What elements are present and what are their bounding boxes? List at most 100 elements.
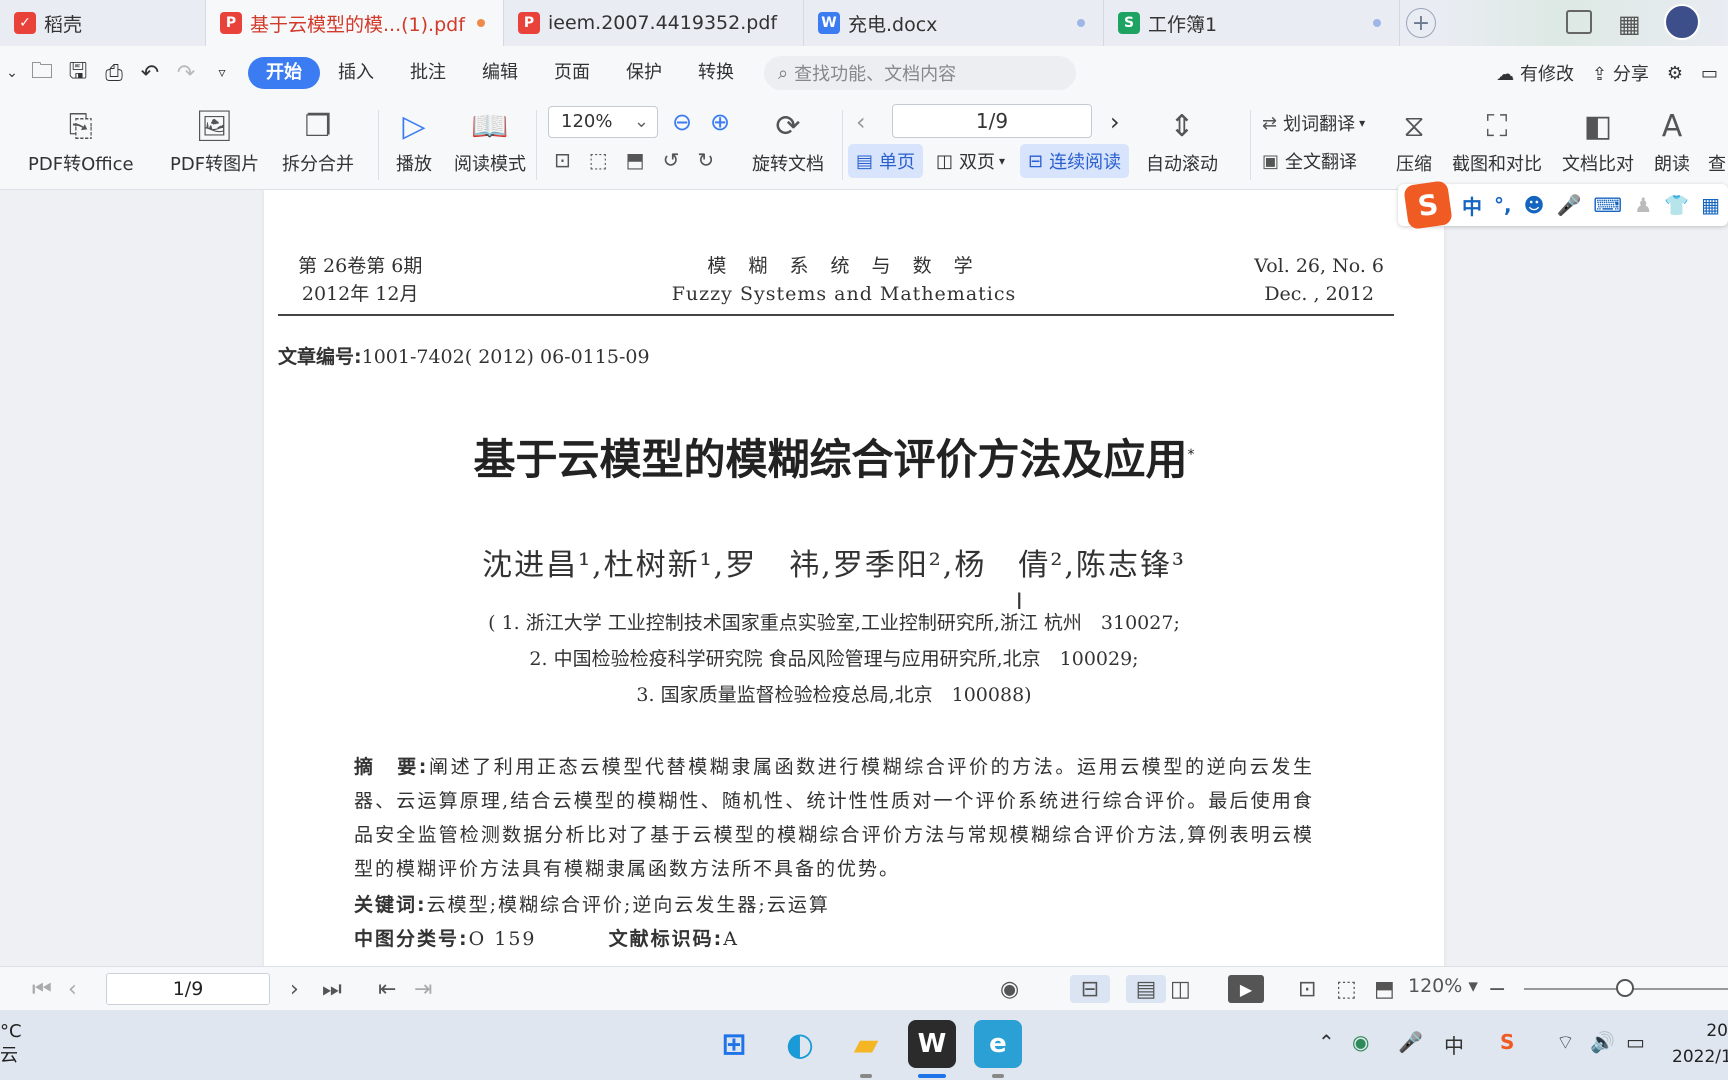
next-page-icon[interactable]: ›: [1110, 108, 1120, 136]
doc-compare-button[interactable]: ◧ 文档比对: [1562, 106, 1634, 176]
keyboard-icon[interactable]: ⌨: [1593, 193, 1622, 217]
ime-punctuation[interactable]: °,: [1494, 193, 1512, 217]
fit-page-icon[interactable]: ⬚: [589, 148, 608, 172]
microphone-icon[interactable]: 🎤: [1398, 1030, 1423, 1054]
prev-page-icon[interactable]: ‹: [856, 108, 866, 136]
rotate-doc-button[interactable]: ⟳ 旋转文档: [752, 106, 824, 176]
play-button[interactable]: ▷ 播放: [394, 106, 434, 176]
menu-annotate[interactable]: 批注: [392, 57, 464, 89]
file-explorer-icon[interactable]: ▰: [842, 1020, 890, 1068]
zoom-select[interactable]: 120% ⌄: [548, 106, 658, 138]
menu-page[interactable]: 页面: [536, 57, 608, 89]
play-icon[interactable]: ▶: [1228, 975, 1264, 1003]
full-translate-button[interactable]: ▣ 全文翻译: [1262, 148, 1357, 174]
ime-toolbar[interactable]: S 中 °, ☻ 🎤 ⌨ ♟ 👕 ▦: [1398, 180, 1728, 230]
customize-icon[interactable]: ▿: [204, 55, 240, 91]
menu-protect[interactable]: 保护: [608, 57, 680, 89]
print-icon[interactable]: ⎙: [96, 55, 132, 91]
new-tab-button[interactable]: +: [1406, 8, 1436, 38]
save-icon[interactable]: 🖫: [60, 55, 96, 91]
wps-icon[interactable]: W: [908, 1020, 956, 1068]
clock[interactable]: 20 2022/1: [1672, 1018, 1728, 1070]
start-icon[interactable]: ⊞: [710, 1020, 758, 1068]
compress-button[interactable]: ⧖ 压缩: [1394, 106, 1434, 176]
last-page-icon[interactable]: ⏭: [322, 975, 342, 1003]
tab-pdf-active[interactable]: P 基于云模型的模...(1).pdf: [206, 0, 504, 46]
tab-docer[interactable]: ✓ 稻壳: [0, 0, 206, 46]
ime-mode[interactable]: 中: [1462, 191, 1482, 220]
fit-width-icon[interactable]: ⬒: [626, 148, 645, 172]
chevron-down-icon[interactable]: ⌄: [0, 55, 24, 91]
toolbox-icon[interactable]: ▦: [1701, 193, 1720, 217]
continuous-view-icon[interactable]: ⊟: [1070, 975, 1110, 1003]
single-view-icon[interactable]: ▤: [1126, 975, 1166, 1003]
emoji-icon[interactable]: ☻: [1524, 193, 1545, 217]
continuous-reading-button[interactable]: ⊟ 连续阅读: [1020, 144, 1130, 178]
back-icon[interactable]: ⇤: [378, 975, 396, 1003]
sogou-tray-icon[interactable]: S: [1500, 1030, 1514, 1054]
zoom-minus-icon[interactable]: −: [1488, 975, 1506, 1003]
modified-button[interactable]: ☁ 有修改: [1496, 60, 1574, 86]
menu-convert[interactable]: 转换: [680, 57, 752, 89]
first-page-icon[interactable]: ⏮: [32, 975, 52, 1003]
read-aloud-button[interactable]: A 朗读: [1652, 106, 1692, 176]
rotate-left-icon[interactable]: ↺: [663, 148, 680, 172]
skin-icon[interactable]: 👕: [1664, 193, 1689, 217]
zoom-slider-knob[interactable]: [1616, 979, 1634, 997]
ime-language[interactable]: 中: [1444, 1030, 1464, 1059]
word-translate-button[interactable]: ⇄ 划词翻译 ▾: [1262, 110, 1365, 136]
tab-docx[interactable]: W 充电.docx: [804, 0, 1104, 46]
window-layout-icon[interactable]: [1566, 10, 1592, 34]
menu-edit[interactable]: 编辑: [464, 57, 536, 89]
wifi-icon[interactable]: ⌔: [1556, 1030, 1575, 1055]
zoom-in-icon[interactable]: ⊕: [710, 108, 730, 136]
auto-scroll-button[interactable]: ⇕ 自动滚动: [1146, 106, 1218, 176]
double-page-button[interactable]: ◫ 双页 ▾: [928, 144, 1013, 178]
pdf-to-image-button[interactable]: 🖼 PDF转图片: [170, 106, 259, 176]
menu-insert[interactable]: 插入: [320, 57, 392, 89]
document-viewport[interactable]: 第 26卷第 6期 2012年 12月 模 糊 系 统 与 数 学 Fuzzy …: [0, 190, 1728, 966]
full-translate-label: 全文翻译: [1285, 152, 1358, 173]
actual-size-icon[interactable]: ⊡: [554, 148, 571, 172]
eye-care-icon[interactable]: ◉: [1000, 975, 1019, 1003]
browser-icon[interactable]: e: [974, 1020, 1022, 1068]
avatar[interactable]: [1664, 4, 1700, 40]
tab-pdf-ieem[interactable]: P ieem.2007.4419352.pdf: [504, 0, 804, 46]
grid-icon[interactable]: ▦: [1618, 10, 1641, 38]
actual-size-icon[interactable]: ⊡: [1298, 975, 1316, 1003]
zoom-out-icon[interactable]: ⊖: [672, 108, 692, 136]
undo-icon[interactable]: ↶: [132, 55, 168, 91]
double-view-icon[interactable]: ◫: [1170, 975, 1191, 1003]
rotate-right-icon[interactable]: ↻: [697, 148, 714, 172]
battery-icon[interactable]: ▭: [1626, 1030, 1645, 1054]
status-page-input[interactable]: 1/9: [106, 973, 270, 1005]
menu-start[interactable]: 开始: [248, 57, 320, 89]
redo-icon[interactable]: ↷: [168, 55, 204, 91]
page-number-input[interactable]: 1/9: [892, 104, 1092, 138]
microphone-icon[interactable]: 🎤: [1556, 193, 1581, 217]
network-app-icon[interactable]: ◉: [1352, 1030, 1369, 1054]
split-merge-button[interactable]: ❐ 拆分合并: [282, 106, 354, 176]
search-input[interactable]: ⌕ 查找功能、文档内容: [764, 56, 1076, 90]
open-folder-icon[interactable]: 🗀: [24, 55, 60, 91]
edge-icon[interactable]: ◐: [776, 1020, 824, 1068]
status-zoom[interactable]: 120% ▾: [1408, 975, 1478, 997]
prev-page-icon[interactable]: ‹: [68, 975, 77, 1003]
user-icon[interactable]: ♟: [1634, 193, 1652, 217]
volume-icon[interactable]: 🔊: [1590, 1030, 1615, 1054]
single-page-button[interactable]: ▤ 单页: [848, 144, 924, 178]
reading-mode-button[interactable]: 📖 阅读模式: [454, 106, 526, 176]
comment-icon[interactable]: ▭: [1701, 63, 1718, 84]
fit-width-icon[interactable]: ⬒: [1374, 975, 1395, 1003]
screenshot-compare-button[interactable]: ⛶ 截图和对比: [1452, 106, 1542, 176]
pdf-to-office-button[interactable]: ⎘ PDF转Office: [28, 106, 134, 176]
weather-widget[interactable]: °C 云: [0, 1020, 22, 1068]
settings-icon[interactable]: ⚙: [1667, 63, 1683, 84]
fit-page-icon[interactable]: ⬚: [1336, 975, 1357, 1003]
tray-expand-icon[interactable]: ⌃: [1318, 1030, 1335, 1054]
next-page-icon[interactable]: ›: [290, 975, 299, 1003]
find-button[interactable]: 查: [1706, 106, 1728, 176]
tab-sheet[interactable]: S 工作簿1: [1104, 0, 1400, 46]
forward-icon[interactable]: ⇥: [414, 975, 432, 1003]
share-button[interactable]: ⇪ 分享: [1592, 60, 1649, 86]
